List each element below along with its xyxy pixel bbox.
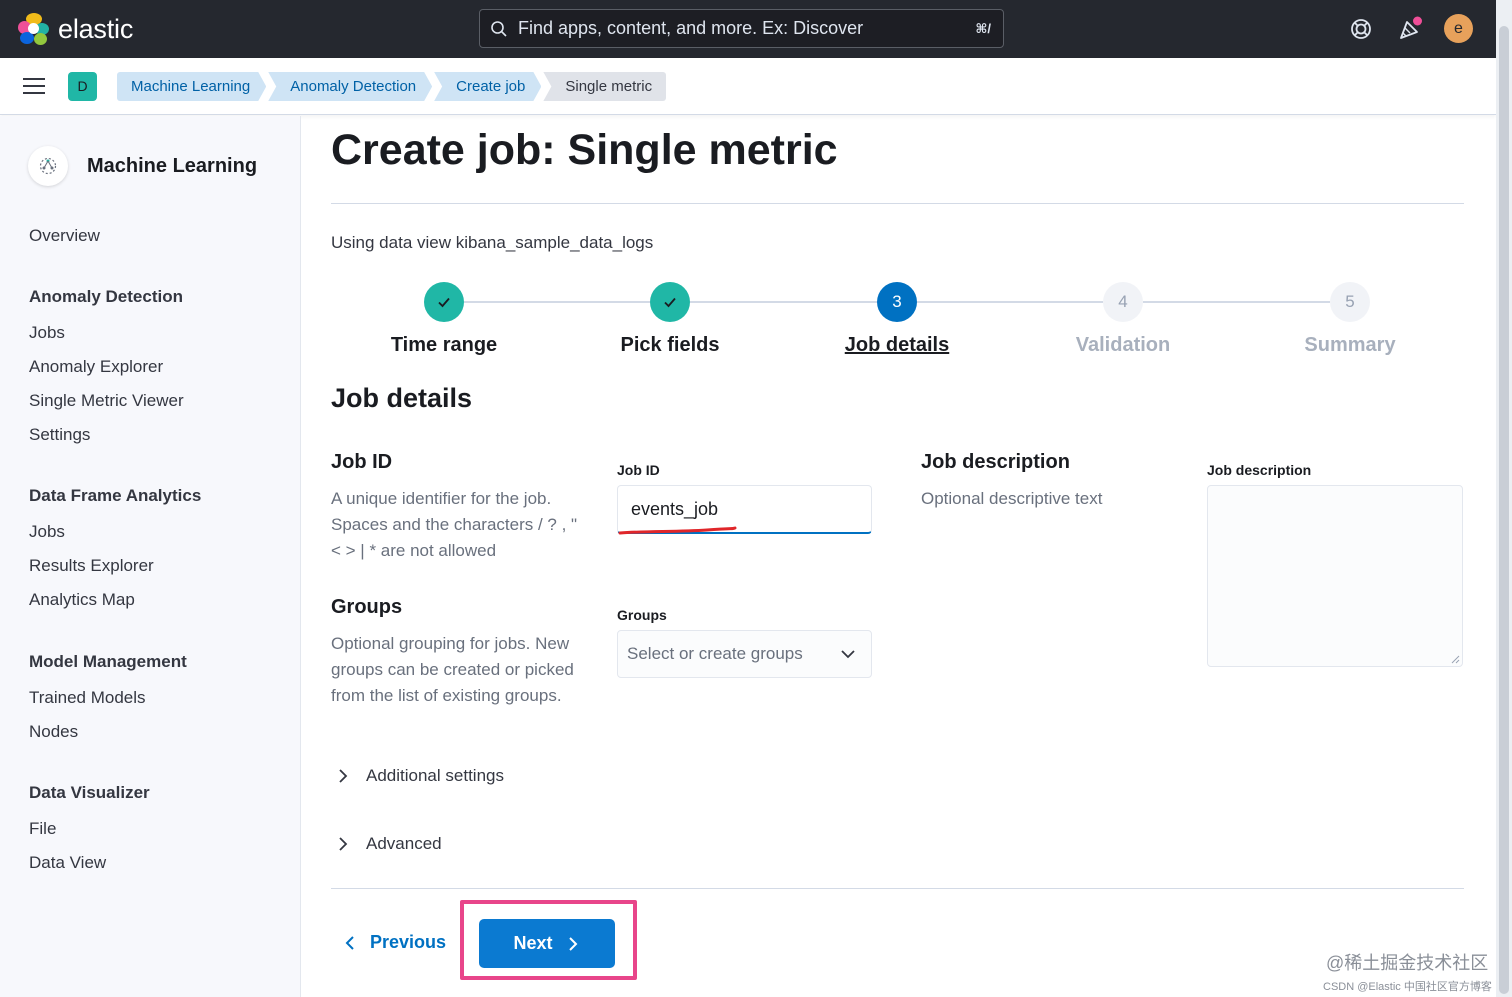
sidebar-item-analytics-map[interactable]: Analytics Map xyxy=(29,590,135,610)
job-id-value: events_job xyxy=(631,499,719,519)
search-placeholder: Find apps, content, and more. Ex: Discov… xyxy=(518,18,864,38)
chevron-right-icon xyxy=(339,837,348,851)
sidebar-item-trained-models[interactable]: Trained Models xyxy=(29,688,146,708)
sidebar-group-data-visualizer: Data Visualizer xyxy=(29,783,150,802)
sidebar-header: Machine Learning xyxy=(28,146,257,186)
sidebar-group-anomaly-detection: Anomaly Detection xyxy=(29,287,183,306)
section-title: Job details xyxy=(331,383,473,413)
user-avatar[interactable]: e xyxy=(1444,14,1473,43)
groups-description: Optional grouping for jobs. New groups c… xyxy=(331,634,574,705)
advanced-toggle[interactable]: Advanced xyxy=(336,834,442,854)
data-view-subtitle: Using data view kibana_sample_data_logs xyxy=(331,233,654,252)
sidebar-item-nodes[interactable]: Nodes xyxy=(29,722,78,742)
chevron-right-icon xyxy=(568,936,577,951)
breadcrumb-bar: D Machine Learning Anomaly Detection Cre… xyxy=(0,58,1496,115)
title-divider xyxy=(331,203,1464,204)
scrollbar-thumb[interactable] xyxy=(1499,26,1509,994)
search-shortcut: ⌘/ xyxy=(975,20,991,36)
breadcrumb-anomaly-detection[interactable]: Anomaly Detection xyxy=(268,72,432,101)
step-label: Summary xyxy=(1304,334,1396,356)
job-description-help: Optional descriptive text xyxy=(921,489,1103,508)
step-job-details[interactable]: 3 Job details xyxy=(797,282,997,357)
accordion-label: Additional settings xyxy=(366,766,504,785)
watermark-small: CSDN @Elastic 中国社区官方博客 xyxy=(1323,981,1492,993)
sidebar-item-results-explorer[interactable]: Results Explorer xyxy=(29,556,154,576)
page-title: Create job: Single metric xyxy=(331,126,838,174)
annotation-underline xyxy=(618,526,737,535)
space-avatar[interactable]: D xyxy=(68,72,97,101)
elastic-logo[interactable]: elastic xyxy=(18,13,133,45)
resize-handle-icon[interactable] xyxy=(1450,654,1460,664)
global-search-input[interactable]: Find apps, content, and more. Ex: Discov… xyxy=(479,9,1004,48)
elastic-logo-icon xyxy=(18,13,50,45)
step-time-range[interactable]: Time range xyxy=(344,282,544,357)
footer-divider xyxy=(331,888,1464,889)
sidebar-item-dfa-jobs[interactable]: Jobs xyxy=(29,522,65,542)
step-summary: 5 Summary xyxy=(1250,282,1450,357)
breadcrumb-create-job[interactable]: Create job xyxy=(434,72,541,101)
chevron-left-icon xyxy=(345,935,354,950)
sidebar-item-single-metric-viewer[interactable]: Single Metric Viewer xyxy=(29,391,184,411)
breadcrumb-single-metric: Single metric xyxy=(543,72,667,101)
job-description-title: Job description xyxy=(921,451,1070,473)
next-label: Next xyxy=(513,933,553,953)
sidebar: Machine Learning Overview Anomaly Detect… xyxy=(0,116,301,997)
next-button[interactable]: Next xyxy=(479,919,615,968)
check-icon xyxy=(650,282,690,322)
job-id-title: Job ID xyxy=(331,451,393,473)
menu-toggle-icon[interactable] xyxy=(23,78,45,96)
watermark: @稀土掘金技术社区 xyxy=(1326,953,1489,973)
chevron-down-icon[interactable] xyxy=(839,645,857,663)
job-description-label: Job description xyxy=(1207,462,1312,478)
machine-learning-icon xyxy=(28,146,68,186)
step-number: 3 xyxy=(877,282,917,322)
previous-button[interactable]: Previous xyxy=(342,932,446,953)
sidebar-item-file[interactable]: File xyxy=(29,819,56,839)
groups-placeholder: Select or create groups xyxy=(627,644,803,663)
sidebar-group-data-frame-analytics: Data Frame Analytics xyxy=(29,486,202,505)
step-label: Pick fields xyxy=(620,334,720,356)
step-number: 5 xyxy=(1330,282,1370,322)
step-number: 4 xyxy=(1103,282,1143,322)
sidebar-item-overview[interactable]: Overview xyxy=(29,226,100,246)
step-label: Job details xyxy=(844,334,950,356)
help-icon[interactable] xyxy=(1347,15,1375,43)
additional-settings-toggle[interactable]: Additional settings xyxy=(336,766,504,786)
sidebar-item-ad-jobs[interactable]: Jobs xyxy=(29,323,65,343)
step-label: Validation xyxy=(1075,334,1171,356)
sidebar-item-anomaly-explorer[interactable]: Anomaly Explorer xyxy=(29,357,163,377)
previous-label: Previous xyxy=(370,932,447,952)
chevron-right-icon xyxy=(339,769,348,783)
groups-label: Groups xyxy=(617,607,667,623)
accordion-label: Advanced xyxy=(366,834,442,853)
groups-title: Groups xyxy=(331,596,403,618)
top-header: elastic Find apps, content, and more. Ex… xyxy=(0,0,1512,58)
step-label: Time range xyxy=(390,334,498,356)
breadcrumb: Machine Learning Anomaly Detection Creat… xyxy=(117,72,668,101)
search-icon xyxy=(491,20,507,37)
step-pick-fields[interactable]: Pick fields xyxy=(570,282,770,357)
sidebar-item-ad-settings[interactable]: Settings xyxy=(29,425,90,445)
brand-name: elastic xyxy=(58,13,134,44)
sidebar-title: Machine Learning xyxy=(87,154,258,177)
breadcrumb-machine-learning[interactable]: Machine Learning xyxy=(117,72,266,101)
job-id-description: A unique identifier for the job. Spaces … xyxy=(331,489,578,560)
sidebar-item-data-view[interactable]: Data View xyxy=(29,853,106,873)
sidebar-group-model-management: Model Management xyxy=(29,652,187,671)
groups-combobox[interactable]: Select or create groups xyxy=(617,630,872,678)
step-validation: 4 Validation xyxy=(1023,282,1223,357)
job-id-label: Job ID xyxy=(617,462,660,478)
news-feed-icon[interactable] xyxy=(1396,15,1424,43)
check-icon xyxy=(424,282,464,322)
job-description-textarea[interactable] xyxy=(1207,485,1463,667)
